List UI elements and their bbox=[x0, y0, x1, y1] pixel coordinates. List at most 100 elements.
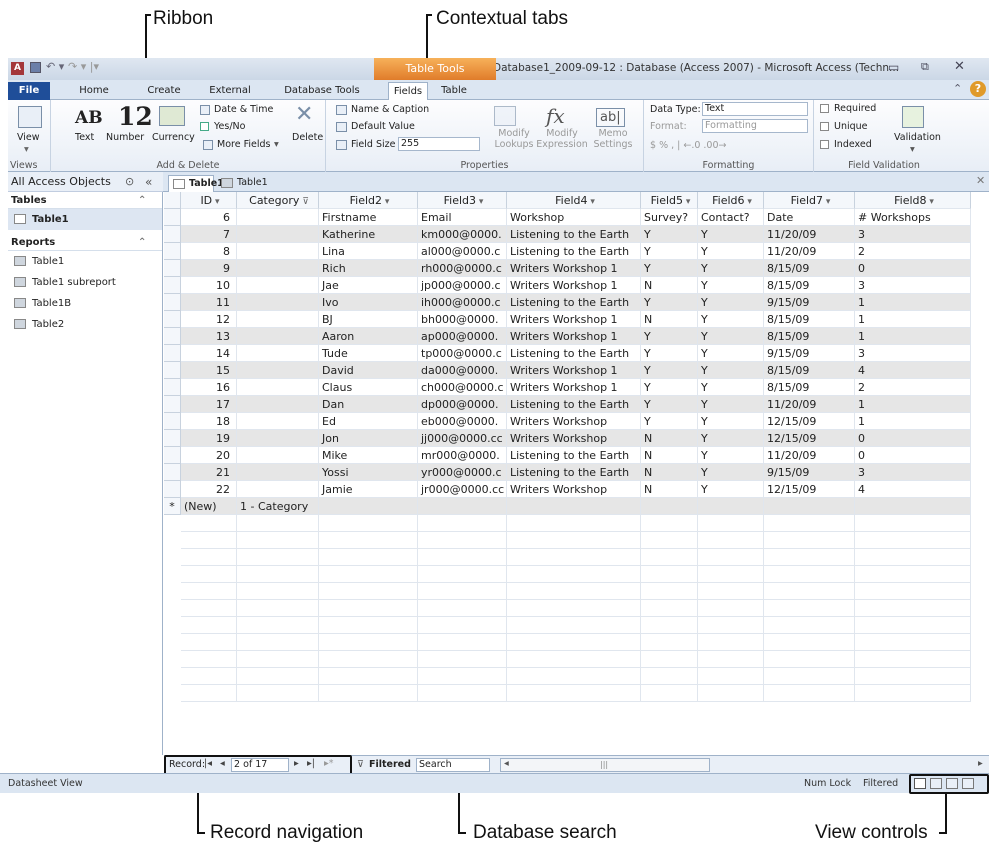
chevron-up-icon[interactable]: ⌃ bbox=[138, 234, 146, 251]
cell-category[interactable] bbox=[237, 396, 319, 413]
cell-category[interactable] bbox=[237, 260, 319, 277]
cell-category[interactable] bbox=[237, 311, 319, 328]
cell-field7[interactable]: 11/20/09 bbox=[764, 243, 855, 260]
row-selector[interactable] bbox=[164, 396, 181, 413]
table-row[interactable]: 10 Jae jp000@0000.c Writers Workshop 1 N Y 8/1… bbox=[164, 277, 989, 294]
sort-dropdown-icon[interactable]: ▾ bbox=[382, 197, 390, 207]
currency-button[interactable]: Currency bbox=[152, 132, 195, 143]
cell-field7[interactable]: 8/15/09 bbox=[764, 260, 855, 277]
cell-field4[interactable]: Writers Workshop 1 bbox=[507, 328, 641, 345]
sort-dropdown-icon[interactable]: ▾ bbox=[212, 197, 220, 207]
cell-field4[interactable]: Listening to the Earth bbox=[507, 464, 641, 481]
cell-id[interactable]: 22 bbox=[181, 481, 237, 498]
datasheet-view-icon[interactable] bbox=[914, 778, 926, 789]
cell-field5[interactable]: Y bbox=[641, 396, 698, 413]
cell-id[interactable]: 19 bbox=[181, 430, 237, 447]
design-view-icon[interactable] bbox=[962, 778, 974, 789]
currency-icon[interactable] bbox=[159, 106, 185, 126]
validation-icon[interactable] bbox=[902, 106, 924, 128]
cell-field8[interactable]: 3 bbox=[855, 277, 971, 294]
cell-field5[interactable]: N bbox=[641, 447, 698, 464]
cell-field4[interactable]: Writers Workshop 1 bbox=[507, 260, 641, 277]
cell-field6[interactable]: Y bbox=[698, 362, 764, 379]
cell-id[interactable]: 18 bbox=[181, 413, 237, 430]
sort-dropdown-icon[interactable]: ▾ bbox=[927, 197, 934, 207]
tab-database-tools[interactable]: Database Tools bbox=[284, 82, 360, 100]
cell-category[interactable] bbox=[237, 447, 319, 464]
cell-field4[interactable]: Listening to the Earth bbox=[507, 294, 641, 311]
cell-field8[interactable]: 4 bbox=[855, 481, 971, 498]
column-header-id[interactable]: ID ▾ bbox=[181, 192, 237, 209]
cell-new-field8[interactable] bbox=[855, 498, 971, 515]
filtered-toggle[interactable]: Filtered bbox=[369, 759, 411, 770]
cell-field8[interactable]: 3 bbox=[855, 345, 971, 362]
cell-field2[interactable]: Dan bbox=[319, 396, 418, 413]
number-field-icon[interactable]: 12 bbox=[118, 102, 153, 131]
close-icon[interactable]: ✕ bbox=[954, 59, 965, 74]
doc-tab-table1[interactable]: Table1 bbox=[168, 175, 224, 192]
row-selector[interactable] bbox=[164, 413, 181, 430]
date-time-button[interactable]: Date & Time bbox=[214, 104, 273, 115]
cell-field4[interactable]: Writers Workshop bbox=[507, 430, 641, 447]
nav-group-tables[interactable]: Tables ⌃ bbox=[8, 192, 162, 209]
row-selector[interactable] bbox=[164, 294, 181, 311]
sort-dropdown-icon[interactable]: ▾ bbox=[745, 197, 752, 207]
tab-file[interactable]: File bbox=[8, 82, 50, 100]
cell-field6[interactable]: Y bbox=[698, 464, 764, 481]
cell-field4[interactable]: Listening to the Earth bbox=[507, 447, 641, 464]
cell-field7[interactable]: 12/15/09 bbox=[764, 430, 855, 447]
cell-field3[interactable]: rh000@0000.c bbox=[418, 260, 507, 277]
table-row[interactable]: 20 Mike mr000@0000. Listening to the Earth N… bbox=[164, 447, 989, 464]
cell-field5[interactable]: N bbox=[641, 311, 698, 328]
cell-field3[interactable]: yr000@0000.c bbox=[418, 464, 507, 481]
cell-category[interactable] bbox=[237, 379, 319, 396]
cell-field3[interactable]: dp000@0000. bbox=[418, 396, 507, 413]
cell-field8[interactable]: 0 bbox=[855, 260, 971, 277]
cell-field2[interactable]: Jon bbox=[319, 430, 418, 447]
cell-field4[interactable]: Writers Workshop bbox=[507, 413, 641, 430]
table-row[interactable]: 11 Ivo ih000@0000.c Listening to the Earth Y… bbox=[164, 294, 989, 311]
cell-field6[interactable]: Y bbox=[698, 481, 764, 498]
previous-record-icon[interactable]: ◂ bbox=[220, 758, 225, 769]
minimize-icon[interactable]: ▭ bbox=[888, 60, 899, 74]
cell-field4[interactable]: Listening to the Earth bbox=[507, 226, 641, 243]
first-record-icon[interactable]: |◂ bbox=[204, 758, 212, 769]
cell-new-field4[interactable] bbox=[507, 498, 641, 515]
cell-field2[interactable]: Aaron bbox=[319, 328, 418, 345]
cell-category[interactable] bbox=[237, 226, 319, 243]
cell-field6[interactable]: Contact? bbox=[698, 209, 764, 226]
cell-field7[interactable]: 9/15/09 bbox=[764, 345, 855, 362]
table-row[interactable]: 18 Ed eb000@0000. Writers Workshop Y Y 12/15/0… bbox=[164, 413, 989, 430]
table-row[interactable]: 13 Aaron ap000@0000. Writers Workshop 1 Y Y 8/… bbox=[164, 328, 989, 345]
row-selector[interactable] bbox=[164, 311, 181, 328]
cell-field8[interactable]: 1 bbox=[855, 396, 971, 413]
tab-create[interactable]: Create bbox=[144, 82, 184, 100]
help-icon[interactable]: ? bbox=[970, 81, 986, 97]
nav-item-report-table2[interactable]: Table2 bbox=[8, 314, 162, 335]
view-dropdown-icon[interactable]: ▾ bbox=[24, 144, 29, 155]
table-row[interactable]: 19 Jon jj000@0000.cc Writers Workshop N Y 12/1… bbox=[164, 430, 989, 447]
delete-button[interactable]: Delete bbox=[292, 132, 323, 143]
cell-field3[interactable]: tp000@0000.c bbox=[418, 345, 507, 362]
cell-category[interactable] bbox=[237, 481, 319, 498]
restore-icon[interactable]: ⧉ bbox=[921, 60, 929, 74]
cell-category[interactable] bbox=[237, 328, 319, 345]
cell-field8[interactable]: 1 bbox=[855, 294, 971, 311]
minimize-ribbon-icon[interactable]: ⌃ bbox=[953, 82, 962, 95]
memo-settings-button[interactable]: Memo Settings bbox=[590, 128, 636, 150]
search-input[interactable]: Search bbox=[416, 758, 490, 772]
cell-field4[interactable]: Workshop bbox=[507, 209, 641, 226]
cell-new-id[interactable]: (New) bbox=[181, 498, 237, 515]
row-selector[interactable] bbox=[164, 464, 181, 481]
modify-lookups-button[interactable]: Modify Lookups bbox=[494, 128, 534, 150]
cell-field3[interactable]: eb000@0000. bbox=[418, 413, 507, 430]
cell-field2[interactable]: Lina bbox=[319, 243, 418, 260]
undo-icon[interactable]: ↶ ▾ bbox=[46, 60, 64, 73]
cell-field5[interactable]: Y bbox=[641, 243, 698, 260]
cell-category[interactable] bbox=[237, 430, 319, 447]
cell-field2[interactable]: Ed bbox=[319, 413, 418, 430]
cell-field4[interactable]: Writers Workshop 1 bbox=[507, 362, 641, 379]
delete-icon[interactable]: ✕ bbox=[295, 102, 313, 127]
cell-field5[interactable]: Y bbox=[641, 345, 698, 362]
column-header-field7[interactable]: Field7 ▾ bbox=[764, 192, 855, 209]
